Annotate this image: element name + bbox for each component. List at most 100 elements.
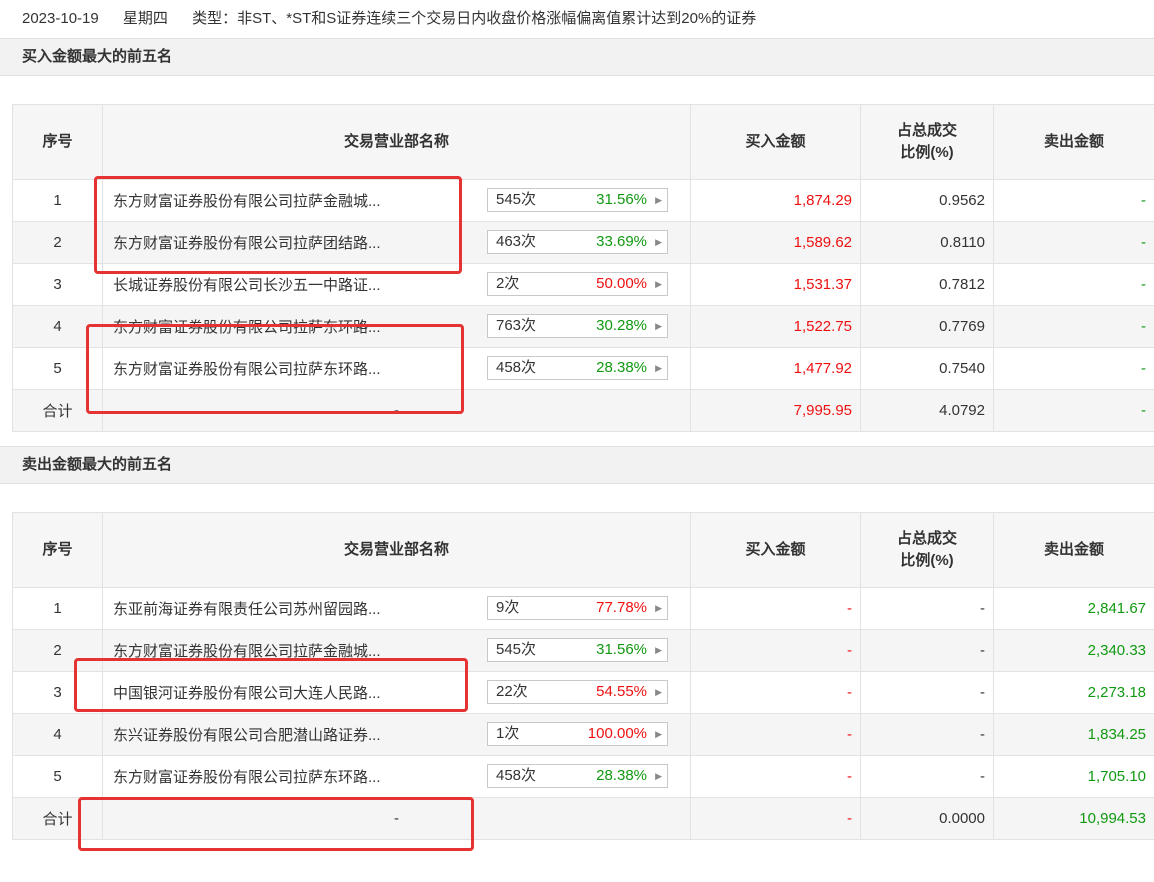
col-header-idx: 序号 [12,512,103,588]
expand-arrow-icon: ▶ [655,687,662,697]
expand-arrow-icon: ▶ [655,729,662,739]
broker-name-cell: 东方财富证券股份有限公司拉萨金融城... 545次 31.56% ▶ [102,179,691,222]
total-name: - [102,389,691,432]
table-row[interactable]: 5 东方财富证券股份有限公司拉萨东环路... 458次 28.38% ▶ - -1,705.… [12,755,1154,798]
volume-ratio: 0.8110 [860,221,994,264]
broker-name-cell: 东方财富证券股份有限公司拉萨东环路... 458次 28.38% ▶ [102,755,691,798]
buy-amount: - [690,755,861,798]
buy-table-header: 序号 交易营业部名称 买入金额 占总成交 比例(%) 卖出金额 [12,104,1154,180]
success-rate: 77.78% [596,599,647,616]
broker-name-link[interactable]: 东方财富证券股份有限公司拉萨金融城... [113,640,475,661]
sell-amount: - [993,221,1154,264]
broker-name-link[interactable]: 中国银河证券股份有限公司大连人民路... [113,682,475,703]
weekday: 星期四 [122,10,168,27]
col-header-idx: 序号 [12,104,103,180]
broker-stat-button[interactable]: 458次 28.38% ▶ [487,764,668,788]
total-buy: - [690,797,861,840]
broker-name-cell: 东亚前海证券有限责任公司苏州留园路... 9次 77.78% ▶ [102,587,691,630]
broker-name-link[interactable]: 东方财富证券股份有限公司拉萨东环路... [113,316,475,337]
row-index: 1 [12,179,103,222]
success-rate: 28.38% [596,359,647,376]
trade-date: 2023-10-19 [22,10,99,27]
row-index: 3 [12,263,103,306]
volume-ratio: - [860,671,994,714]
table-row[interactable]: 1 东亚前海证券有限责任公司苏州留园路... 9次 77.78% ▶ - -2,841.67 [12,587,1154,630]
buy-top5-table: 序号 交易营业部名称 买入金额 占总成交 比例(%) 卖出金额 1 东方财富证券股份… [12,104,1154,432]
broker-name-link[interactable]: 东方财富证券股份有限公司拉萨金融城... [113,190,475,211]
appearance-count: 463次 [496,233,537,250]
broker-name-cell: 中国银河证券股份有限公司大连人民路... 22次 54.55% ▶ [102,671,691,714]
appearance-count: 9次 [496,599,520,616]
col-header-name: 交易营业部名称 [102,512,691,588]
total-name: - [102,797,691,840]
volume-ratio: - [860,755,994,798]
sell-amount: 1,834.25 [993,713,1154,756]
row-index: 4 [12,713,103,756]
table-row[interactable]: 3 长城证券股份有限公司长沙五一中路证... 2次 50.00% ▶ 1,531.37 0.… [12,263,1154,306]
table-row[interactable]: 2 东方财富证券股份有限公司拉萨团结路... 463次 33.69% ▶ 1,589.62… [12,221,1154,264]
col-header-ratio: 占总成交 比例(%) [860,104,994,180]
total-label: 合计 [12,797,103,840]
total-row: 合计 - -0.0000 10,994.53 [12,797,1154,840]
row-index: 2 [12,629,103,672]
appearance-count: 545次 [496,641,537,658]
broker-name-link[interactable]: 东方财富证券股份有限公司拉萨东环路... [113,766,475,787]
expand-arrow-icon: ▶ [655,237,662,247]
broker-stat-button[interactable]: 1次 100.00% ▶ [487,722,668,746]
top-info-line: 2023-10-19 星期四 类型：非ST、*ST和S证券连续三个交易日内收盘价… [0,0,1154,38]
broker-stat-button[interactable]: 545次 31.56% ▶ [487,638,668,662]
success-rate: 28.38% [596,767,647,784]
table-row[interactable]: 1 东方财富证券股份有限公司拉萨金融城... 545次 31.56% ▶ 1,874.29… [12,179,1154,222]
sell-amount: - [993,305,1154,348]
row-index: 2 [12,221,103,264]
table-row[interactable]: 4 东兴证券股份有限公司合肥潜山路证券... 1次 100.00% ▶ - -1,834.2… [12,713,1154,756]
sell-amount: 2,273.18 [993,671,1154,714]
broker-stat-button[interactable]: 763次 30.28% ▶ [487,314,668,338]
expand-arrow-icon: ▶ [655,363,662,373]
broker-name-link[interactable]: 东方财富证券股份有限公司拉萨团结路... [113,232,475,253]
table-row[interactable]: 5 东方财富证券股份有限公司拉萨东环路... 458次 28.38% ▶ 1,477.92… [12,347,1154,390]
expand-arrow-icon: ▶ [655,645,662,655]
appearance-count: 458次 [496,359,537,376]
row-index: 5 [12,347,103,390]
broker-stat-button[interactable]: 545次 31.56% ▶ [487,188,668,212]
table-row[interactable]: 3 中国银河证券股份有限公司大连人民路... 22次 54.55% ▶ - -2,273.1… [12,671,1154,714]
broker-name-link[interactable]: 东亚前海证券有限责任公司苏州留园路... [113,598,475,619]
buy-section-title: 买入金额最大的前五名 [0,38,1154,76]
volume-ratio: 0.7812 [860,263,994,306]
col-header-ratio: 占总成交 比例(%) [860,512,994,588]
expand-arrow-icon: ▶ [655,195,662,205]
broker-name-link[interactable]: 东兴证券股份有限公司合肥潜山路证券... [113,724,475,745]
col-header-buy: 买入金额 [690,104,861,180]
table-row[interactable]: 4 东方财富证券股份有限公司拉萨东环路... 763次 30.28% ▶ 1,522.75… [12,305,1154,348]
appearance-count: 2次 [496,275,520,292]
appearance-count: 1次 [496,725,520,742]
broker-stat-button[interactable]: 458次 28.38% ▶ [487,356,668,380]
broker-stat-button[interactable]: 22次 54.55% ▶ [487,680,668,704]
col-header-buy: 买入金额 [690,512,861,588]
buy-amount: 1,589.62 [690,221,861,264]
row-index: 3 [12,671,103,714]
buy-amount: - [690,629,861,672]
broker-name-cell: 东方财富证券股份有限公司拉萨团结路... 463次 33.69% ▶ [102,221,691,264]
broker-name-link[interactable]: 东方财富证券股份有限公司拉萨东环路... [113,358,475,379]
broker-stat-button[interactable]: 9次 77.78% ▶ [487,596,668,620]
expand-arrow-icon: ▶ [655,321,662,331]
volume-ratio: 0.7769 [860,305,994,348]
broker-stat-button[interactable]: 2次 50.00% ▶ [487,272,668,296]
success-rate: 31.56% [596,641,647,658]
expand-arrow-icon: ▶ [655,279,662,289]
total-ratio: 4.0792 [860,389,994,432]
row-index: 1 [12,587,103,630]
appearance-count: 22次 [496,683,528,700]
broker-stat-button[interactable]: 463次 33.69% ▶ [487,230,668,254]
broker-name-link[interactable]: 长城证券股份有限公司长沙五一中路证... [113,274,475,295]
sell-amount: - [993,347,1154,390]
table-row[interactable]: 2 东方财富证券股份有限公司拉萨金融城... 545次 31.56% ▶ - -2,340.… [12,629,1154,672]
total-ratio: 0.0000 [860,797,994,840]
sell-amount: - [993,263,1154,306]
volume-ratio: - [860,587,994,630]
success-rate: 54.55% [596,683,647,700]
listing-type: 类型：非ST、*ST和S证券连续三个交易日内收盘价格涨幅偏离值累计达到20%的证… [192,10,757,27]
row-index: 5 [12,755,103,798]
